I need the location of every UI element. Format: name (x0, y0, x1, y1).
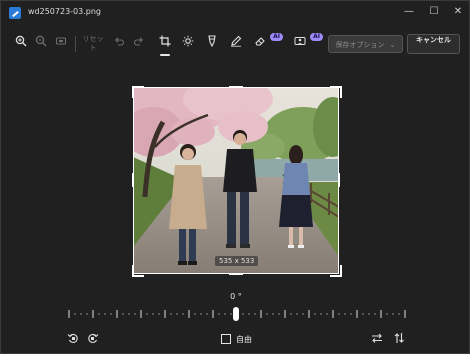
fit-to-window-button[interactable] (52, 35, 70, 53)
filter-tool-button[interactable] (203, 35, 221, 53)
fit-to-window-icon (56, 37, 66, 45)
flip-horizontal-icon (372, 333, 382, 343)
close-window-button[interactable]: ✕ (447, 3, 469, 21)
rotate-left-button[interactable] (65, 332, 81, 348)
aspect-ratio-label: 自由 (236, 335, 252, 344)
pen-icon (231, 35, 242, 47)
zoom-in-button[interactable] (12, 35, 30, 53)
photos-editor-window: wd250723-03.png — ☐ ✕ リセット AI AI 保存オプション… (0, 0, 470, 354)
flip-vertical-button[interactable] (391, 332, 407, 348)
crop-icon (159, 35, 171, 47)
eraser-icon (255, 37, 265, 46)
active-tool-indicator (160, 54, 170, 56)
flip-vertical-icon (394, 333, 404, 343)
aspect-ratio-icon (221, 333, 231, 344)
redo-icon (133, 37, 143, 46)
crop-handle-top-right[interactable] (330, 86, 342, 98)
ai-badge: AI (310, 33, 323, 41)
crop-handle-top[interactable] (229, 86, 243, 88)
flip-horizontal-button[interactable] (369, 332, 385, 348)
ai-badge: AI (270, 33, 283, 41)
aspect-ratio-button[interactable]: 自由 (221, 332, 252, 348)
crop-handle-left[interactable] (132, 173, 134, 187)
cancel-button[interactable]: キャンセル (407, 34, 460, 54)
rotation-angle-label: 0 ° (230, 292, 242, 301)
rotation-slider-thumb[interactable] (233, 307, 239, 321)
crop-handle-bottom-right[interactable] (330, 265, 342, 277)
rotate-left-icon (67, 333, 78, 343)
filter-icon (208, 35, 216, 48)
zoom-out-icon (35, 35, 47, 47)
markup-tool-button[interactable] (227, 35, 245, 53)
redo-button[interactable] (130, 35, 148, 53)
reset-button[interactable]: リセット (81, 35, 105, 53)
background-icon (294, 37, 306, 45)
save-options-label: 保存オプション (335, 41, 385, 49)
zoom-in-icon (15, 35, 27, 47)
undo-button[interactable] (110, 35, 128, 53)
crop-handle-bottom-left[interactable] (132, 265, 144, 277)
window-title: wd250723-03.png (28, 7, 101, 16)
maximize-button[interactable]: ☐ (423, 3, 445, 21)
rotate-right-icon (88, 333, 99, 343)
photos-app-icon (9, 7, 21, 19)
brightness-icon (182, 35, 194, 47)
erase-tool-button[interactable]: AI (251, 33, 283, 53)
crop-handle-top-left[interactable] (132, 86, 144, 98)
background-tool-button[interactable]: AI (291, 33, 323, 53)
undo-icon (115, 37, 125, 46)
adjust-tool-button[interactable] (179, 35, 197, 53)
minimize-button[interactable]: — (398, 3, 420, 21)
rotate-right-button[interactable] (85, 332, 101, 348)
toolbar-divider (75, 36, 76, 52)
crop-frame[interactable] (133, 87, 339, 274)
edit-toolbar: リセット AI AI 保存オプション ⌄ キャンセル (1, 31, 469, 59)
crop-tool-button[interactable] (156, 35, 174, 56)
crop-dimensions-label: 535 x 533 (215, 256, 259, 266)
crop-handle-right[interactable] (338, 173, 340, 187)
save-options-button[interactable]: 保存オプション ⌄ (328, 35, 403, 53)
zoom-out-button[interactable] (32, 35, 50, 53)
chevron-down-icon: ⌄ (389, 41, 396, 49)
crop-handle-bottom[interactable] (229, 273, 243, 275)
title-bar: wd250723-03.png — ☐ ✕ (1, 1, 469, 25)
